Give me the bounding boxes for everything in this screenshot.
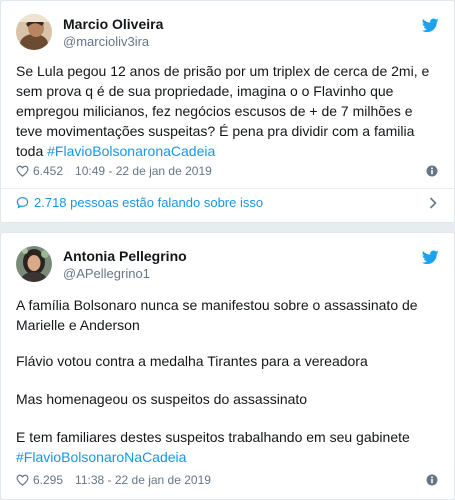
heart-icon[interactable]	[16, 474, 29, 486]
chevron-right-icon	[429, 197, 437, 209]
tweet-timestamp[interactable]: 11:38 - 22 de jan de 2019	[75, 473, 211, 487]
author-handle[interactable]: @marcioliv3ira	[63, 34, 149, 49]
author-handle[interactable]: @APellegrino1	[63, 266, 150, 281]
tweet-paragraph: E tem familiares destes suspeitos trabal…	[16, 429, 410, 445]
conversation-link[interactable]: 2.718 pessoas estão falando sobre isso	[16, 193, 441, 213]
author-name[interactable]: Antonia Pellegrino	[63, 248, 187, 264]
info-icon[interactable]	[426, 474, 438, 486]
like-count[interactable]: 6.295	[33, 473, 63, 487]
tweet-header: Antonia Pellegrino @APellegrino1	[16, 245, 441, 285]
twitter-bird-icon[interactable]	[422, 18, 439, 33]
tweet-card: Antonia Pellegrino @APellegrino1 A famíl…	[0, 232, 455, 500]
conversation-text: 2.718 pessoas estão falando sobre isso	[34, 195, 264, 210]
divider	[1, 188, 454, 189]
info-icon[interactable]	[426, 165, 438, 177]
tweet-paragraph: A família Bolsonaro nunca se manifestou …	[16, 297, 418, 333]
author-name[interactable]: Marcio Oliveira	[63, 16, 163, 32]
like-count[interactable]: 6.452	[33, 164, 63, 178]
tweet-meta: 6.295 11:38 - 22 de jan de 2019	[16, 472, 441, 488]
avatar[interactable]	[16, 14, 52, 50]
hashtag-link[interactable]: #FlavioBolsonaronaCadeia	[47, 143, 215, 159]
tweet-meta: 6.452 10:49 - 22 de jan de 2019	[16, 163, 441, 179]
tweet-paragraph: Mas homenageou os suspeitos do assassina…	[16, 391, 308, 407]
tweet-paragraph: Flávio votou contra a medalha Tirantes p…	[16, 353, 368, 369]
tweet-hashtag-line: #FlavioBolsonaroNaCadeia	[16, 447, 441, 467]
heart-icon[interactable]	[16, 165, 29, 177]
tweet-text: Se Lula pegou 12 anos de prisão por um t…	[16, 61, 441, 161]
avatar[interactable]	[16, 246, 52, 282]
tweet-header: Marcio Oliveira @marcioliv3ira	[16, 13, 441, 53]
tweet-timestamp[interactable]: 10:49 - 22 de jan de 2019	[75, 164, 212, 178]
reply-bubble-icon	[16, 197, 29, 209]
hashtag-link[interactable]: #FlavioBolsonaroNaCadeia	[16, 449, 186, 465]
tweet-card: Marcio Oliveira @marcioliv3ira Se Lula p…	[0, 0, 455, 223]
twitter-bird-icon[interactable]	[422, 250, 439, 265]
